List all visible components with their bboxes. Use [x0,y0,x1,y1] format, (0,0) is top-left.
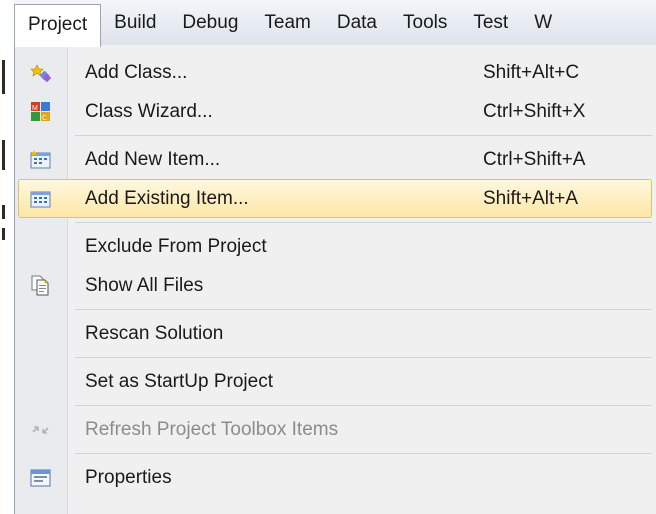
menu-test[interactable]: Test [460,4,521,42]
add-new-item-icon [19,149,63,170]
menu-item-label: Exclude From Project [85,235,267,257]
menu-item-add-existing-item[interactable]: Add Existing Item... Shift+Alt+A [18,179,652,218]
menu-item-exclude-from-project[interactable]: Exclude From Project [18,227,652,266]
menu-item-properties[interactable]: Properties [18,458,652,497]
menu-item-label: Show All Files [85,274,204,296]
menu-separator [75,309,652,310]
menu-item-label: Refresh Project Toolbox Items [85,418,339,440]
menu-item-add-class[interactable]: Add Class... Shift+Alt+C [18,53,652,92]
menu-item-label: Add Existing Item... [85,187,249,209]
menu-separator [75,405,652,406]
svg-text:M: M [32,105,38,112]
menu-item-shortcut: Ctrl+Shift+A [483,148,586,170]
class-wizard-icon: M C [19,101,63,123]
add-existing-item-icon [19,189,63,209]
menu-item-label: Class Wizard... [85,100,213,122]
show-all-files-icon [19,275,63,297]
menu-item-shortcut: Shift+Alt+A [483,187,579,209]
menu-separator [75,357,652,358]
menu-item-shortcut: Shift+Alt+C [483,61,580,83]
menu-item-add-new-item[interactable]: Add New Item... Ctrl+Shift+A [18,140,652,179]
menu-item-show-all-files[interactable]: Show All Files [18,266,652,305]
menu-item-set-startup-project[interactable]: Set as StartUp Project [18,362,652,401]
menu-window-partial[interactable]: W [521,4,552,42]
menu-separator [75,222,652,223]
project-dropdown-menu: Add Class... Shift+Alt+C M C Class Wizar… [14,45,656,514]
add-class-icon [19,63,63,83]
menu-team[interactable]: Team [251,4,323,42]
refresh-toolbox-icon [19,421,63,439]
menu-item-label: Add Class... [85,61,188,83]
menu-debug[interactable]: Debug [169,4,251,42]
menu-item-shortcut: Ctrl+Shift+X [483,100,586,122]
menu-item-label: Rescan Solution [85,322,224,344]
menu-project[interactable]: Project [14,4,102,47]
menu-separator [75,453,652,454]
menu-build[interactable]: Build [101,4,169,42]
menu-bar: Project Build Debug Team Data Tools Test… [14,0,656,47]
menu-item-label: Properties [85,466,172,488]
menu-item-class-wizard[interactable]: M C Class Wizard... Ctrl+Shift+X [18,92,652,131]
menu-tools[interactable]: Tools [390,4,460,42]
menu-separator [75,135,652,136]
menu-item-refresh-toolbox-items: Refresh Project Toolbox Items [18,410,652,449]
underlying-window-edge [0,0,14,514]
menu-item-label: Set as StartUp Project [85,370,273,392]
menu-item-rescan-solution[interactable]: Rescan Solution [18,314,652,353]
menu-data[interactable]: Data [324,4,390,42]
menu-item-label: Add New Item... [85,148,221,170]
properties-icon [19,468,63,488]
svg-text:C: C [42,115,47,122]
